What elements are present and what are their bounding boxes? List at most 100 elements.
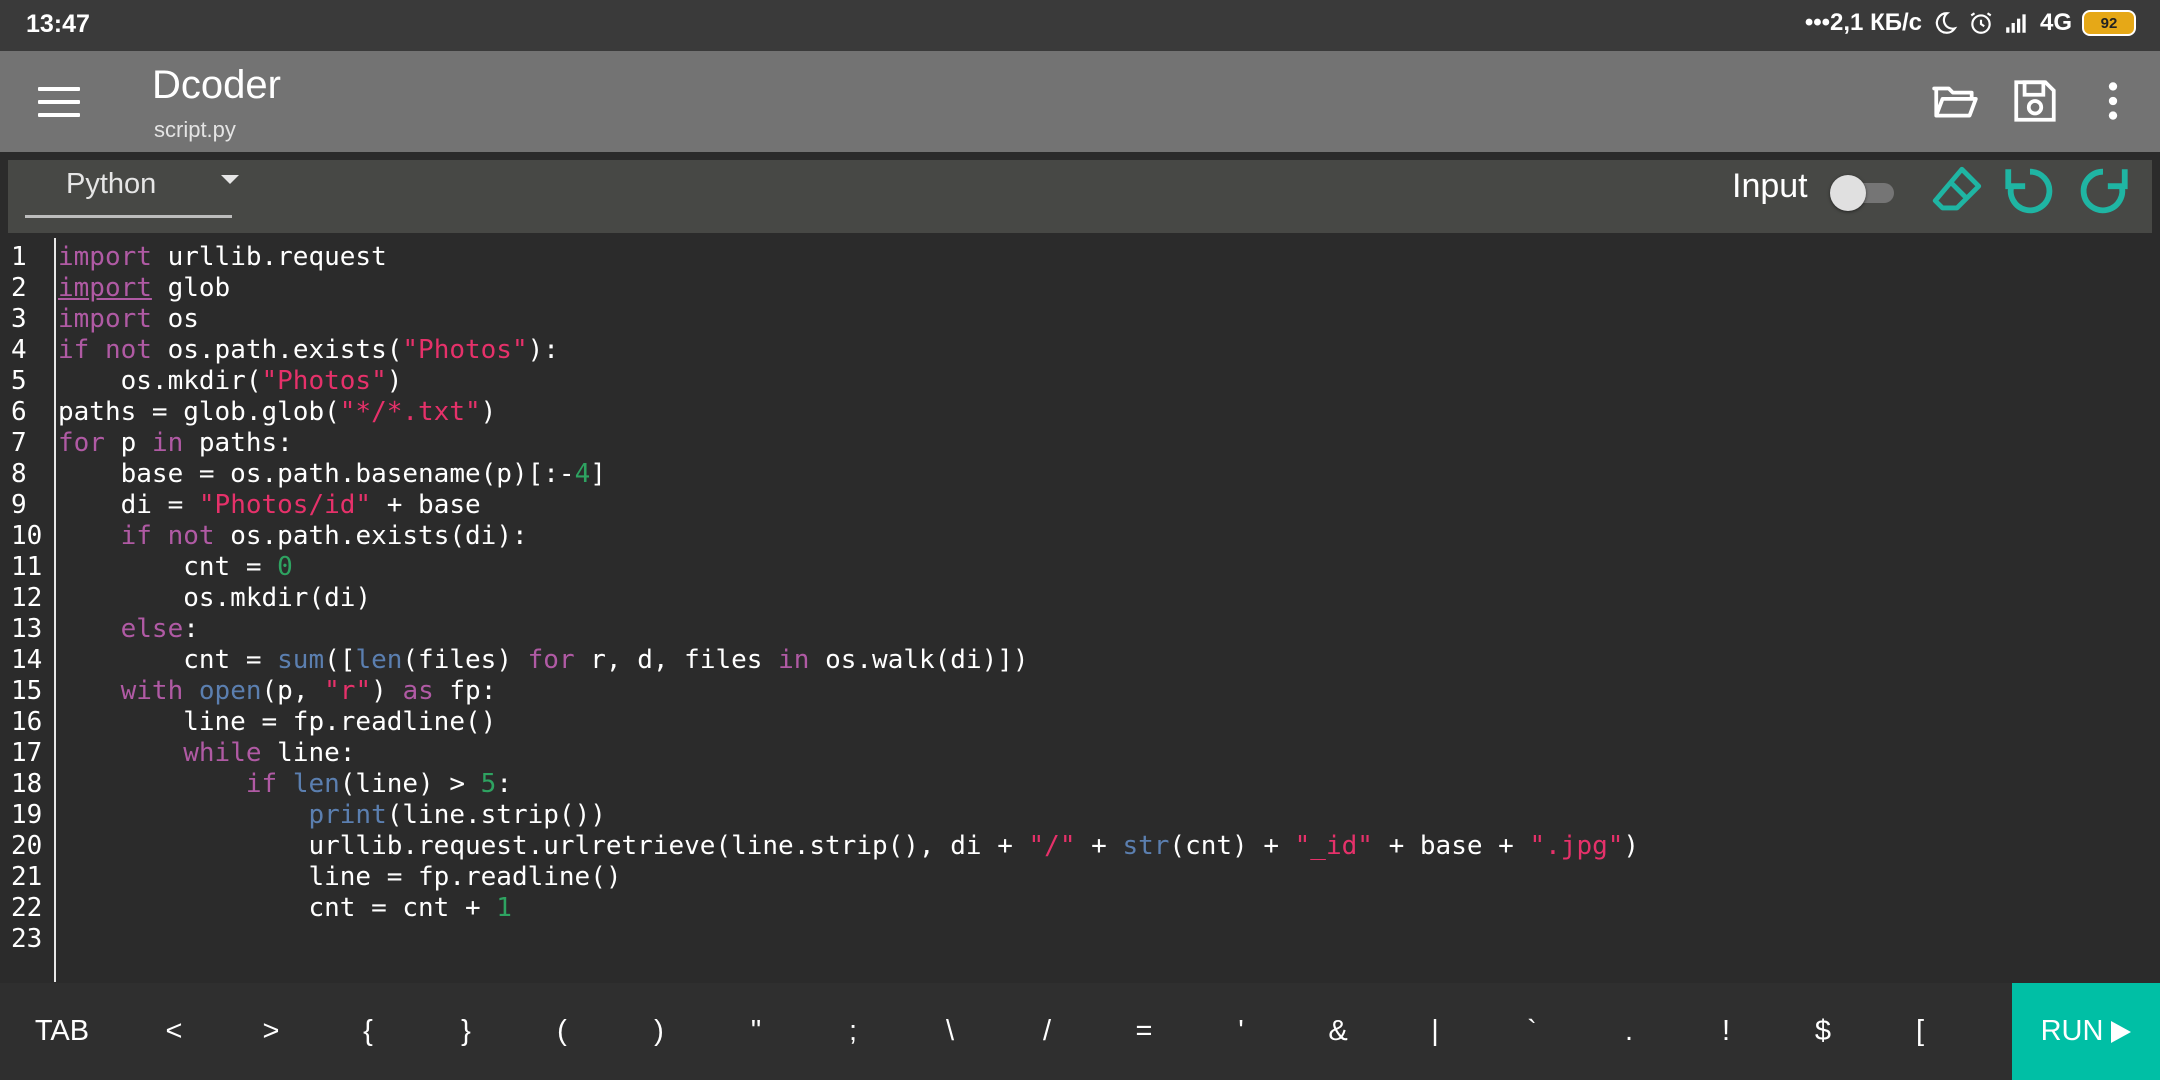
key-button[interactable]: TAB <box>22 983 102 1080</box>
code-text: os.mkdir(di) <box>58 583 371 614</box>
code-text: while line: <box>58 738 355 769</box>
network-type: 4G <box>2039 9 2072 36</box>
code-text: for p in paths: <box>58 428 293 459</box>
key-button[interactable]: ! <box>1686 983 1766 1080</box>
line-number: 14 <box>11 645 43 675</box>
code-token: os.path.exists(di): <box>214 521 528 551</box>
key-button[interactable]: | <box>1395 983 1475 1080</box>
input-toggle[interactable] <box>1830 175 1896 211</box>
folder-open-icon[interactable] <box>1930 76 1980 126</box>
play-icon <box>2111 1020 2132 1043</box>
line-number: 20 <box>11 831 43 861</box>
key-button[interactable]: ' <box>1201 983 1281 1080</box>
code-token: for <box>58 428 105 458</box>
code-token: di = <box>58 490 199 520</box>
code-token: + base + <box>1372 831 1530 861</box>
code-token: with <box>120 676 184 706</box>
key-button[interactable]: ; <box>813 983 893 1080</box>
input-label: Input <box>1732 167 1808 205</box>
undo-icon[interactable] <box>2001 162 2059 220</box>
code-token: for <box>527 645 575 675</box>
code-text: if len(line) > 5: <box>58 769 512 800</box>
code-text: di = "Photos/id" + base <box>58 490 481 521</box>
key-button[interactable]: / <box>1007 983 1087 1080</box>
code-text: print(line.strip()) <box>58 800 605 831</box>
key-button[interactable]: $ <box>1783 983 1863 1080</box>
code-token: in <box>778 645 810 675</box>
key-button[interactable]: ( <box>522 983 602 1080</box>
key-button[interactable]: \ <box>910 983 990 1080</box>
code-token: ) <box>1623 831 1640 861</box>
key-button[interactable]: { <box>328 983 408 1080</box>
code-token: while <box>183 738 262 768</box>
code-token: p <box>104 428 152 458</box>
line-number: 23 <box>11 924 43 954</box>
code-token: os.path.exists( <box>151 335 403 365</box>
line-number: 17 <box>11 738 43 768</box>
redo-icon[interactable] <box>2074 162 2132 220</box>
code-token: paths: <box>183 428 293 458</box>
code-text: import urllib.request <box>58 242 387 273</box>
code-token: : <box>496 769 512 799</box>
code-token: open <box>198 676 262 706</box>
code-token: base = os.path.basename(p)[:- <box>58 459 575 489</box>
line-number: 4 <box>11 335 27 365</box>
line-number: 18 <box>11 769 43 799</box>
battery-icon: 92 <box>2082 10 2136 36</box>
code-token: import <box>58 304 152 334</box>
menu-icon[interactable] <box>38 87 80 117</box>
code-token: os <box>151 304 199 334</box>
code-text: line = fp.readline() <box>58 707 496 738</box>
key-button[interactable]: > <box>231 983 311 1080</box>
run-button[interactable]: RUN <box>2012 983 2160 1080</box>
code-token: "r" <box>324 676 372 706</box>
key-button[interactable]: < <box>134 983 214 1080</box>
code-token: ] <box>590 459 606 489</box>
language-label: Python <box>66 168 157 200</box>
line-number: 7 <box>11 428 27 458</box>
line-number: 5 <box>11 366 27 396</box>
code-token: if <box>245 769 278 799</box>
line-number: 1 <box>11 242 27 272</box>
code-token: if <box>120 521 152 551</box>
key-button[interactable]: ` <box>1492 983 1572 1080</box>
eraser-icon[interactable] <box>1928 162 1986 220</box>
code-token: urllib.request <box>151 242 387 272</box>
line-number: 11 <box>11 552 43 582</box>
key-button[interactable]: ) <box>619 983 699 1080</box>
signal-icon <box>2006 14 2026 33</box>
language-select[interactable]: Python <box>25 160 239 218</box>
key-button[interactable]: & <box>1298 983 1378 1080</box>
line-number: 8 <box>11 459 27 489</box>
code-text: else: <box>58 614 199 645</box>
more-vert-icon[interactable] <box>2088 76 2138 126</box>
code-token: paths = glob.glob( <box>58 397 340 427</box>
code-token: not <box>167 521 215 551</box>
key-button[interactable]: . <box>1589 983 1669 1080</box>
save-icon[interactable] <box>2010 76 2060 126</box>
code-token: in <box>151 428 184 458</box>
code-token: 0 <box>277 552 293 582</box>
code-token: 4 <box>574 459 591 489</box>
code-token: r, d, files <box>574 645 779 675</box>
code-text: line = fp.readline() <box>58 862 621 893</box>
code-token: not <box>104 335 152 365</box>
key-button[interactable]: = <box>1104 983 1184 1080</box>
line-number: 10 <box>11 521 43 551</box>
line-number: 22 <box>11 893 43 923</box>
code-token: : <box>183 614 199 644</box>
alarm-icon <box>1970 12 1992 34</box>
code-token: line = fp.readline() <box>58 707 497 737</box>
key-button[interactable]: } <box>426 983 506 1080</box>
key-button[interactable]: [ <box>1880 983 1960 1080</box>
key-button[interactable]: " <box>716 983 796 1080</box>
code-token: ) <box>386 366 403 396</box>
code-token: (line) > <box>339 769 481 799</box>
code-editor[interactable]: 1 import urllib.request 2 import glob 3 impor… <box>8 238 2152 982</box>
